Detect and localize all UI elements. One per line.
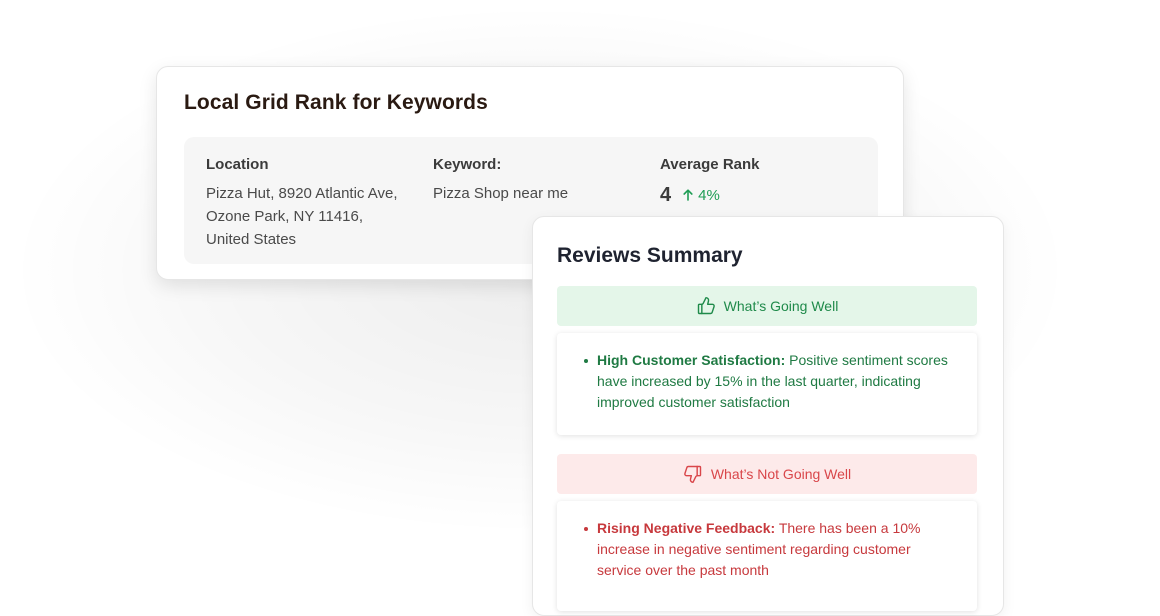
not-going-well-item-title: Rising Negative Feedback: <box>597 520 776 536</box>
average-rank-column: Average Rank 4 4% <box>660 155 860 208</box>
keyword-value: Pizza Shop near me <box>433 185 569 202</box>
arrow-up-icon <box>681 188 695 202</box>
location-value: Pizza Hut, 8920 Atlantic Ave, Ozone Park… <box>206 182 421 251</box>
average-rank-value: 4 <box>660 183 672 206</box>
going-well-item-title: High Customer Satisfaction: <box>597 352 786 368</box>
location-column: Location Pizza Hut, 8920 Atlantic Ave, O… <box>206 155 421 251</box>
grid-rank-title: Local Grid Rank for Keywords <box>184 91 488 114</box>
whats-going-well-label: What’s Going Well <box>723 298 839 314</box>
keyword-label: Keyword: <box>433 156 502 173</box>
location-label: Location <box>206 156 269 173</box>
rank-change-percent: 4% <box>698 186 720 204</box>
list-item: Rising Negative Feedback: There has been… <box>584 518 957 581</box>
location-line: Pizza Hut, 8920 Atlantic Ave, <box>206 185 398 202</box>
whats-going-well-header: What’s Going Well <box>557 286 977 326</box>
thumbs-up-icon <box>696 296 716 316</box>
thumbs-down-icon <box>683 464 703 484</box>
reviews-summary-card: Reviews Summary What’s Going Well High C… <box>532 216 1004 616</box>
location-line: United States <box>206 231 297 248</box>
whats-not-going-well-label: What’s Not Going Well <box>710 466 852 482</box>
keyword-column: Keyword: Pizza Shop near me <box>433 155 643 205</box>
location-line: Ozone Park, NY 11416, <box>206 208 364 225</box>
whats-not-going-well-content: Rising Negative Feedback: There has been… <box>557 501 977 611</box>
reviews-summary-title: Reviews Summary <box>557 244 743 267</box>
whats-not-going-well-header: What’s Not Going Well <box>557 454 977 494</box>
average-rank-label: Average Rank <box>660 156 760 173</box>
average-rank-row: 4 4% <box>660 182 860 208</box>
whats-going-well-content: High Customer Satisfaction: Positive sen… <box>557 333 977 435</box>
list-item: High Customer Satisfaction: Positive sen… <box>584 350 957 413</box>
